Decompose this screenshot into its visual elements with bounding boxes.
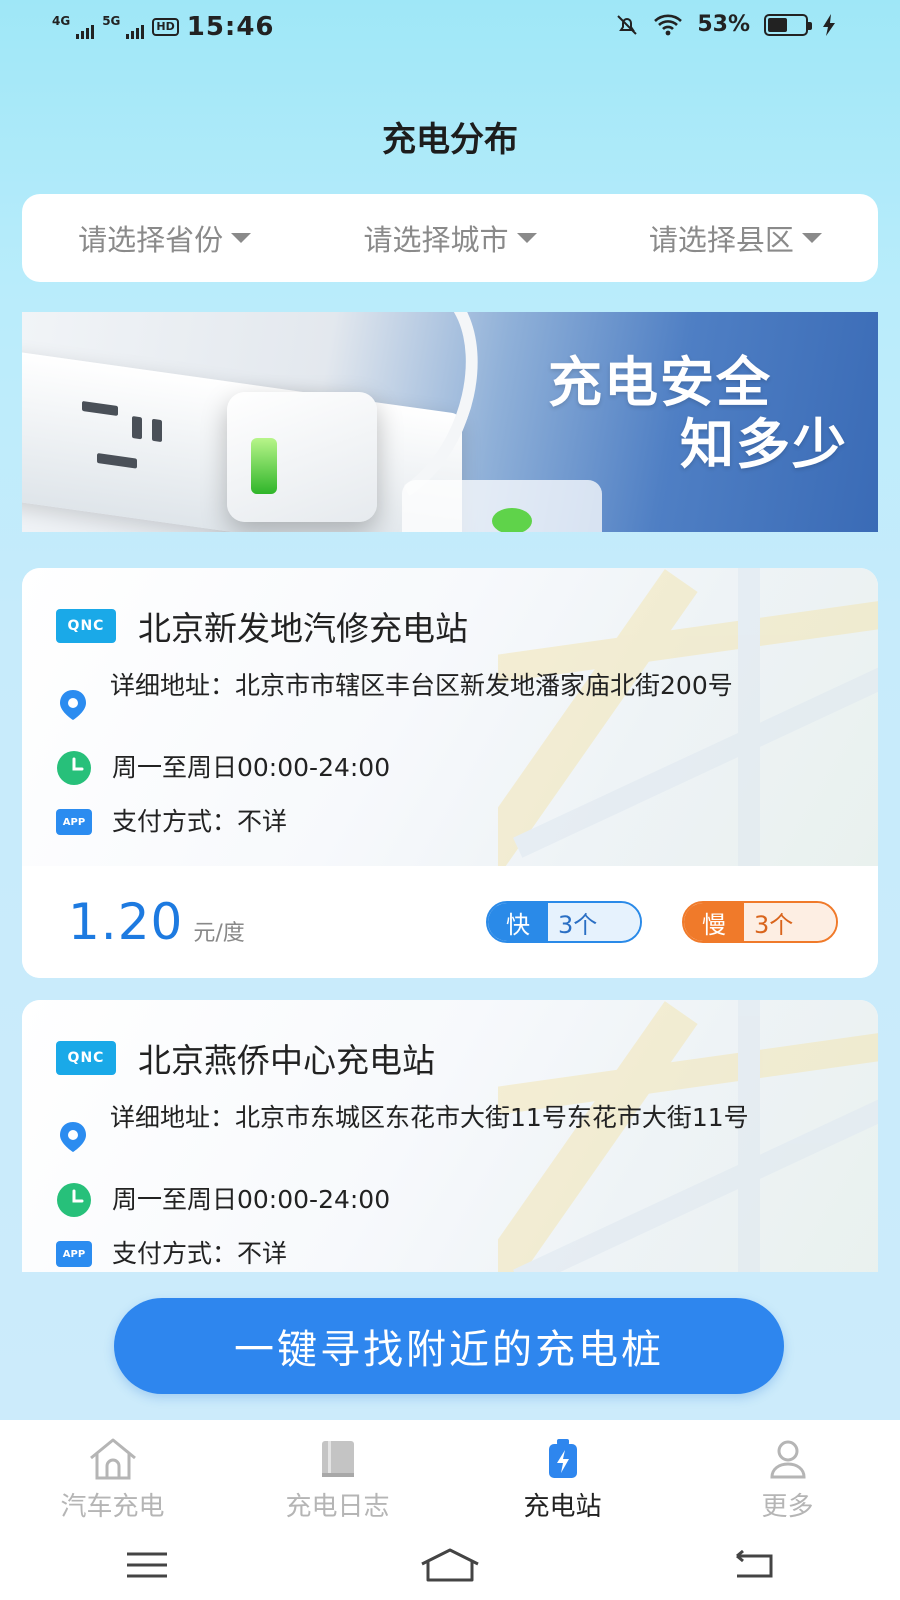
station-hours: 周一至周日00:00-24:00 xyxy=(112,753,391,782)
network-label: 4G xyxy=(52,14,71,28)
system-nav-bar xyxy=(0,1530,900,1600)
banner-title-line1: 充电安全 xyxy=(548,351,772,414)
clock: 15:46 xyxy=(186,12,275,42)
station-address: 详细地址：北京市市辖区丰台区新发地潘家庙北街200号 xyxy=(110,671,733,700)
tab-label: 更多 xyxy=(761,1492,814,1522)
tab-label: 充电站 xyxy=(523,1492,602,1522)
station-list[interactable]: QNC 北京新发地汽修充电站 详细地址：北京市市辖区丰台区新发地潘家庙北街200… xyxy=(22,568,878,1272)
slow-count: 3个 xyxy=(744,903,836,941)
banner-title-line2: 知多少 xyxy=(680,413,848,476)
clock-icon xyxy=(57,1183,91,1217)
home-icon[interactable] xyxy=(420,1548,480,1582)
station-address: 详细地址：北京市东城区东花市大街11号东花市大街11号 xyxy=(110,1103,749,1132)
region-selector: 请选择省份 请选择城市 请选择县区 xyxy=(22,194,878,282)
battery-icon xyxy=(764,13,812,36)
clock-icon xyxy=(57,751,91,785)
station-card[interactable]: QNC 北京燕侨中心充电站 详细地址：北京市东城区东花市大街11号东花市大街11… xyxy=(22,1000,878,1272)
book-icon xyxy=(321,1441,354,1477)
charger-image xyxy=(227,392,377,522)
signal-5g: 5G xyxy=(102,14,145,39)
province-label: 请选择省份 xyxy=(78,223,224,257)
fast-label: 快 xyxy=(488,903,548,941)
caret-down-icon xyxy=(801,233,822,243)
charger-image-2 xyxy=(402,480,602,532)
signal-4g: 4G xyxy=(52,14,95,39)
battery-percent: 53% xyxy=(697,12,750,37)
network-label: 5G xyxy=(102,14,121,28)
app-icon: APP xyxy=(56,809,92,835)
menu-icon[interactable] xyxy=(125,1550,169,1580)
location-pin-icon xyxy=(60,1122,86,1152)
signal-bars-icon xyxy=(126,23,145,39)
qnc-logo: QNC xyxy=(56,609,116,643)
charging-safety-banner[interactable]: 充电安全 知多少 xyxy=(22,312,878,532)
fast-count: 3个 xyxy=(548,903,640,941)
page-title: 充电分布 xyxy=(382,120,518,160)
slow-label: 慢 xyxy=(684,903,744,941)
caret-down-icon xyxy=(516,233,537,243)
city-dropdown[interactable]: 请选择城市 xyxy=(363,217,537,259)
station-hours: 周一至周日00:00-24:00 xyxy=(112,1185,391,1214)
district-label: 请选择县区 xyxy=(648,223,794,257)
tab-label: 充电日志 xyxy=(285,1492,390,1522)
city-label: 请选择城市 xyxy=(363,223,509,257)
charging-bolt-icon xyxy=(823,13,835,36)
tab-label: 汽车充电 xyxy=(60,1492,165,1522)
fast-charger-count: 快 3个 xyxy=(486,901,642,943)
tab-charging-station[interactable]: 充电站 xyxy=(450,1420,675,1530)
qnc-logo: QNC xyxy=(56,1041,116,1075)
station-name: 北京燕侨中心充电站 xyxy=(138,1041,435,1080)
mute-bell-icon xyxy=(617,14,638,35)
location-pin-icon xyxy=(60,690,86,720)
price-unit: 元/度 xyxy=(193,921,245,946)
province-dropdown[interactable]: 请选择省份 xyxy=(78,217,252,259)
station-card[interactable]: QNC 北京新发地汽修充电站 详细地址：北京市市辖区丰台区新发地潘家庙北街200… xyxy=(22,568,878,978)
status-bar: 4G 5G HD 15:46 53% xyxy=(0,0,900,56)
payment-method: 支付方式：不详 xyxy=(112,807,288,836)
app-icon: APP xyxy=(56,1241,92,1267)
station-name: 北京新发地汽修充电站 xyxy=(138,609,468,648)
tab-charging-log[interactable]: 充电日志 xyxy=(225,1420,450,1530)
district-dropdown[interactable]: 请选择县区 xyxy=(649,217,822,259)
price-value: 1.20 xyxy=(68,893,184,951)
tab-car-charging[interactable]: 汽车充电 xyxy=(0,1420,225,1530)
caret-down-icon xyxy=(231,233,252,243)
find-nearby-chargers-button[interactable]: 一键寻找附近的充电桩 xyxy=(114,1298,784,1394)
hd-badge: HD xyxy=(152,18,179,36)
bottom-nav: 汽车充电 充电日志 充电站 更多 xyxy=(0,1420,900,1530)
wifi-icon xyxy=(654,14,683,35)
person-icon xyxy=(769,1440,806,1479)
house-icon xyxy=(89,1438,136,1480)
battery-charging-icon xyxy=(548,1439,577,1478)
payment-method: 支付方式：不详 xyxy=(112,1239,288,1268)
back-icon[interactable] xyxy=(731,1550,775,1580)
signal-bars-icon xyxy=(76,23,95,39)
slow-charger-count: 慢 3个 xyxy=(682,901,838,943)
tab-more[interactable]: 更多 xyxy=(675,1420,900,1530)
